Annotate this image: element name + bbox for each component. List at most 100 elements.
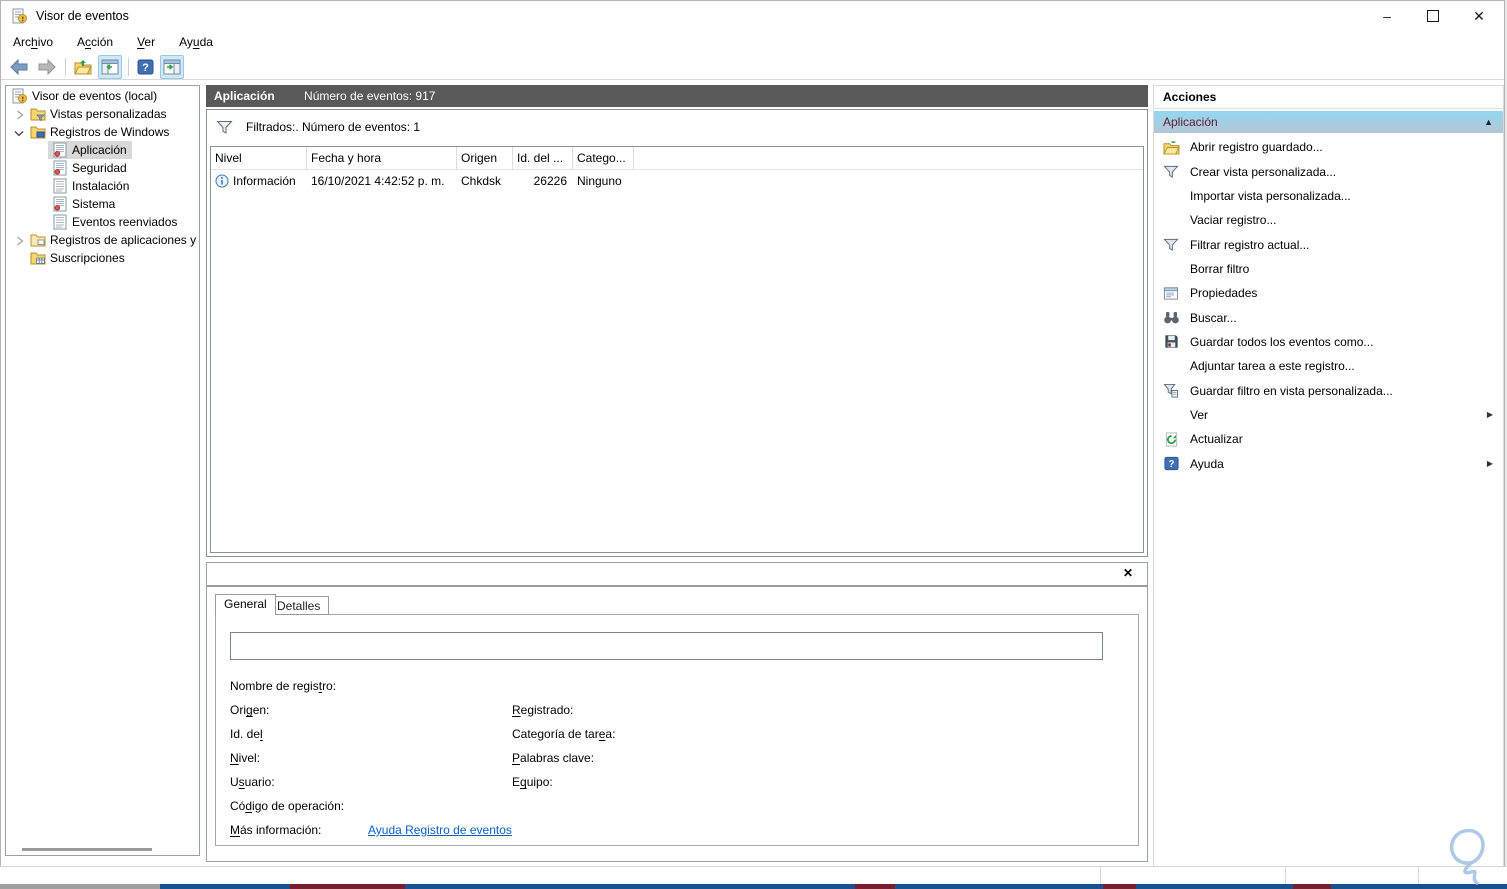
minimize-button[interactable]: – bbox=[1364, 1, 1410, 31]
refresh-icon bbox=[1162, 431, 1180, 448]
field-label-codigo-operacion: Código de operación: bbox=[230, 799, 345, 813]
field-row: Más información: Ayuda Registro de event… bbox=[230, 818, 512, 842]
forward-arrow-icon bbox=[38, 58, 56, 75]
action-importar-vista-personalizada[interactable]: Importar vista personalizada... bbox=[1154, 184, 1503, 208]
preview-divider bbox=[207, 585, 1147, 587]
tree-item-label: Visor de eventos (local) bbox=[32, 89, 158, 103]
action-propiedades[interactable]: Propiedades bbox=[1154, 281, 1503, 305]
actions-group-header[interactable]: Aplicación ▲ bbox=[1154, 111, 1503, 133]
table-header: Nivel Fecha y hora Origen Id. del ... Ca… bbox=[211, 147, 1143, 170]
subscriptions-folder-icon bbox=[30, 250, 46, 266]
forwarded-events-log-icon bbox=[52, 214, 68, 230]
action-vaciar-registro[interactable]: Vaciar registro... bbox=[1154, 208, 1503, 232]
toggle-action-pane-button[interactable] bbox=[160, 54, 184, 79]
menu-archivo[interactable]: Archivo bbox=[13, 31, 65, 54]
tree-item-registros-windows[interactable]: Registros de Windows bbox=[6, 123, 199, 141]
action-ver[interactable]: Ver ▶ bbox=[1154, 403, 1503, 427]
open-saved-log-button[interactable] bbox=[72, 56, 94, 78]
chevron-right-icon[interactable] bbox=[16, 235, 25, 246]
action-pane-icon bbox=[163, 59, 181, 74]
event-log-help-link[interactable]: Ayuda Registro de eventos bbox=[368, 818, 512, 842]
tree-item-suscripciones[interactable]: Suscripciones bbox=[6, 249, 199, 267]
tab-detalles[interactable]: Detalles bbox=[268, 596, 330, 615]
event-count: Número de eventos: 917 bbox=[304, 89, 436, 103]
submenu-arrow-icon: ▶ bbox=[1486, 459, 1493, 469]
preview-close-button[interactable]: ✕ bbox=[1123, 566, 1133, 580]
actions-group-title: Aplicación bbox=[1163, 115, 1218, 129]
table-row[interactable]: Información 16/10/2021 4:42:52 p. m. Chk… bbox=[211, 170, 1143, 192]
tree-item-label: Suscripciones bbox=[50, 251, 125, 265]
action-borrar-filtro[interactable]: Borrar filtro bbox=[1154, 257, 1503, 281]
event-table: Nivel Fecha y hora Origen Id. del ... Ca… bbox=[210, 146, 1144, 553]
field-label-palabras-clave: Palabras clave: bbox=[512, 751, 595, 765]
field-label-mas-informacion: Más información: bbox=[230, 823, 322, 837]
security-log-icon bbox=[52, 160, 68, 176]
action-guardar-todos-eventos[interactable]: Guardar todos los eventos como... bbox=[1154, 330, 1503, 354]
log-header-bar: Aplicación Número de eventos: 917 bbox=[206, 85, 1148, 107]
action-crear-vista-personalizada[interactable]: Crear vista personalizada... bbox=[1154, 159, 1503, 183]
tree-item-root[interactable]: Visor de eventos (local) bbox=[6, 87, 199, 105]
open-folder-icon bbox=[74, 59, 92, 74]
horizontal-scrollbar-thumb[interactable] bbox=[22, 848, 152, 851]
tree-item-aplicacion[interactable]: Aplicación bbox=[6, 141, 199, 159]
setup-log-icon bbox=[52, 178, 68, 194]
main-panel: Aplicación Número de eventos: 917 Filtra… bbox=[206, 85, 1148, 867]
status-divider bbox=[1418, 867, 1419, 884]
tree-item-registros-aplicaciones[interactable]: Registros de aplicaciones y s bbox=[6, 231, 199, 249]
information-icon bbox=[215, 174, 229, 188]
collapse-arrow-icon[interactable]: ▲ bbox=[1484, 111, 1493, 133]
menu-ver[interactable]: Ver bbox=[125, 31, 167, 54]
action-buscar[interactable]: Buscar... bbox=[1154, 305, 1503, 329]
window-title: Visor de eventos bbox=[36, 9, 129, 23]
preview-pane: ✕ General Detalles Nombre de registro: O… bbox=[206, 562, 1148, 862]
tree-item-vistas-personalizadas[interactable]: Vistas personalizadas bbox=[6, 105, 199, 123]
action-ayuda[interactable]: ? Ayuda ▶ bbox=[1154, 451, 1503, 475]
event-viewer-icon bbox=[12, 8, 28, 24]
general-tab-content: Nombre de registro: Origen: Registrado: … bbox=[215, 614, 1139, 846]
tree-item-instalacion[interactable]: Instalación bbox=[6, 177, 199, 195]
action-actualizar[interactable]: Actualizar bbox=[1154, 427, 1503, 451]
help-icon: ? bbox=[1162, 455, 1180, 472]
event-level: Información bbox=[233, 174, 296, 188]
action-adjuntar-tarea[interactable]: Adjuntar tarea a este registro... bbox=[1154, 354, 1503, 378]
tree-item-seguridad[interactable]: Seguridad bbox=[6, 159, 199, 177]
maximize-button[interactable] bbox=[1410, 1, 1456, 31]
tree-item-eventos-reenviados[interactable]: Eventos reenviados bbox=[6, 213, 199, 231]
forward-button[interactable] bbox=[35, 56, 59, 78]
column-header-categoria[interactable]: Catego... bbox=[573, 147, 634, 169]
chevron-right-icon[interactable] bbox=[16, 109, 25, 120]
action-guardar-filtro-vista[interactable]: Guardar filtro en vista personalizada... bbox=[1154, 378, 1503, 402]
column-header-fecha[interactable]: Fecha y hora bbox=[307, 147, 457, 169]
windows-logs-folder-icon bbox=[30, 124, 46, 140]
column-header-nivel[interactable]: Nivel bbox=[211, 147, 307, 169]
menu-ayuda[interactable]: Ayuda bbox=[167, 31, 225, 54]
close-icon: ✕ bbox=[1473, 7, 1485, 24]
filter-status-bar: Filtrados:. Número de eventos: 1 bbox=[207, 110, 1147, 144]
action-abrir-registro-guardado[interactable]: Abrir registro guardado... bbox=[1154, 135, 1503, 159]
tree-item-label: Seguridad bbox=[72, 161, 127, 175]
save-icon bbox=[1162, 333, 1180, 350]
filter-icon bbox=[216, 120, 233, 134]
menu-accion[interactable]: Acción bbox=[65, 31, 125, 54]
event-id: 26226 bbox=[533, 174, 567, 188]
minimize-icon: – bbox=[1383, 8, 1391, 24]
help-button[interactable]: ? bbox=[135, 56, 156, 78]
event-description-box[interactable] bbox=[230, 632, 1103, 660]
toggle-console-tree-button[interactable] bbox=[98, 54, 122, 79]
chevron-down-icon[interactable] bbox=[14, 127, 24, 137]
actions-panel: Acciones Aplicación ▲ Abrir registro gua… bbox=[1153, 85, 1504, 867]
field-row: Nombre de registro: bbox=[230, 674, 336, 698]
column-header-origen[interactable]: Origen bbox=[457, 147, 513, 169]
field-row: Código de operación: bbox=[230, 794, 344, 818]
column-header-id[interactable]: Id. del ... bbox=[513, 147, 573, 169]
open-folder-icon bbox=[1162, 139, 1180, 156]
action-filtrar-registro-actual[interactable]: Filtrar registro actual... bbox=[1154, 232, 1503, 256]
back-button[interactable] bbox=[7, 56, 31, 78]
close-button[interactable]: ✕ bbox=[1456, 1, 1502, 31]
toolbar: ? bbox=[1, 54, 1504, 80]
field-label-registrado: Registrado: bbox=[512, 703, 574, 717]
tree-item-sistema[interactable]: Sistema bbox=[6, 195, 199, 213]
event-list-frame: Filtrados:. Número de eventos: 1 Nivel F… bbox=[206, 109, 1148, 557]
tab-general[interactable]: General bbox=[215, 594, 276, 615]
status-bar bbox=[0, 866, 1507, 884]
